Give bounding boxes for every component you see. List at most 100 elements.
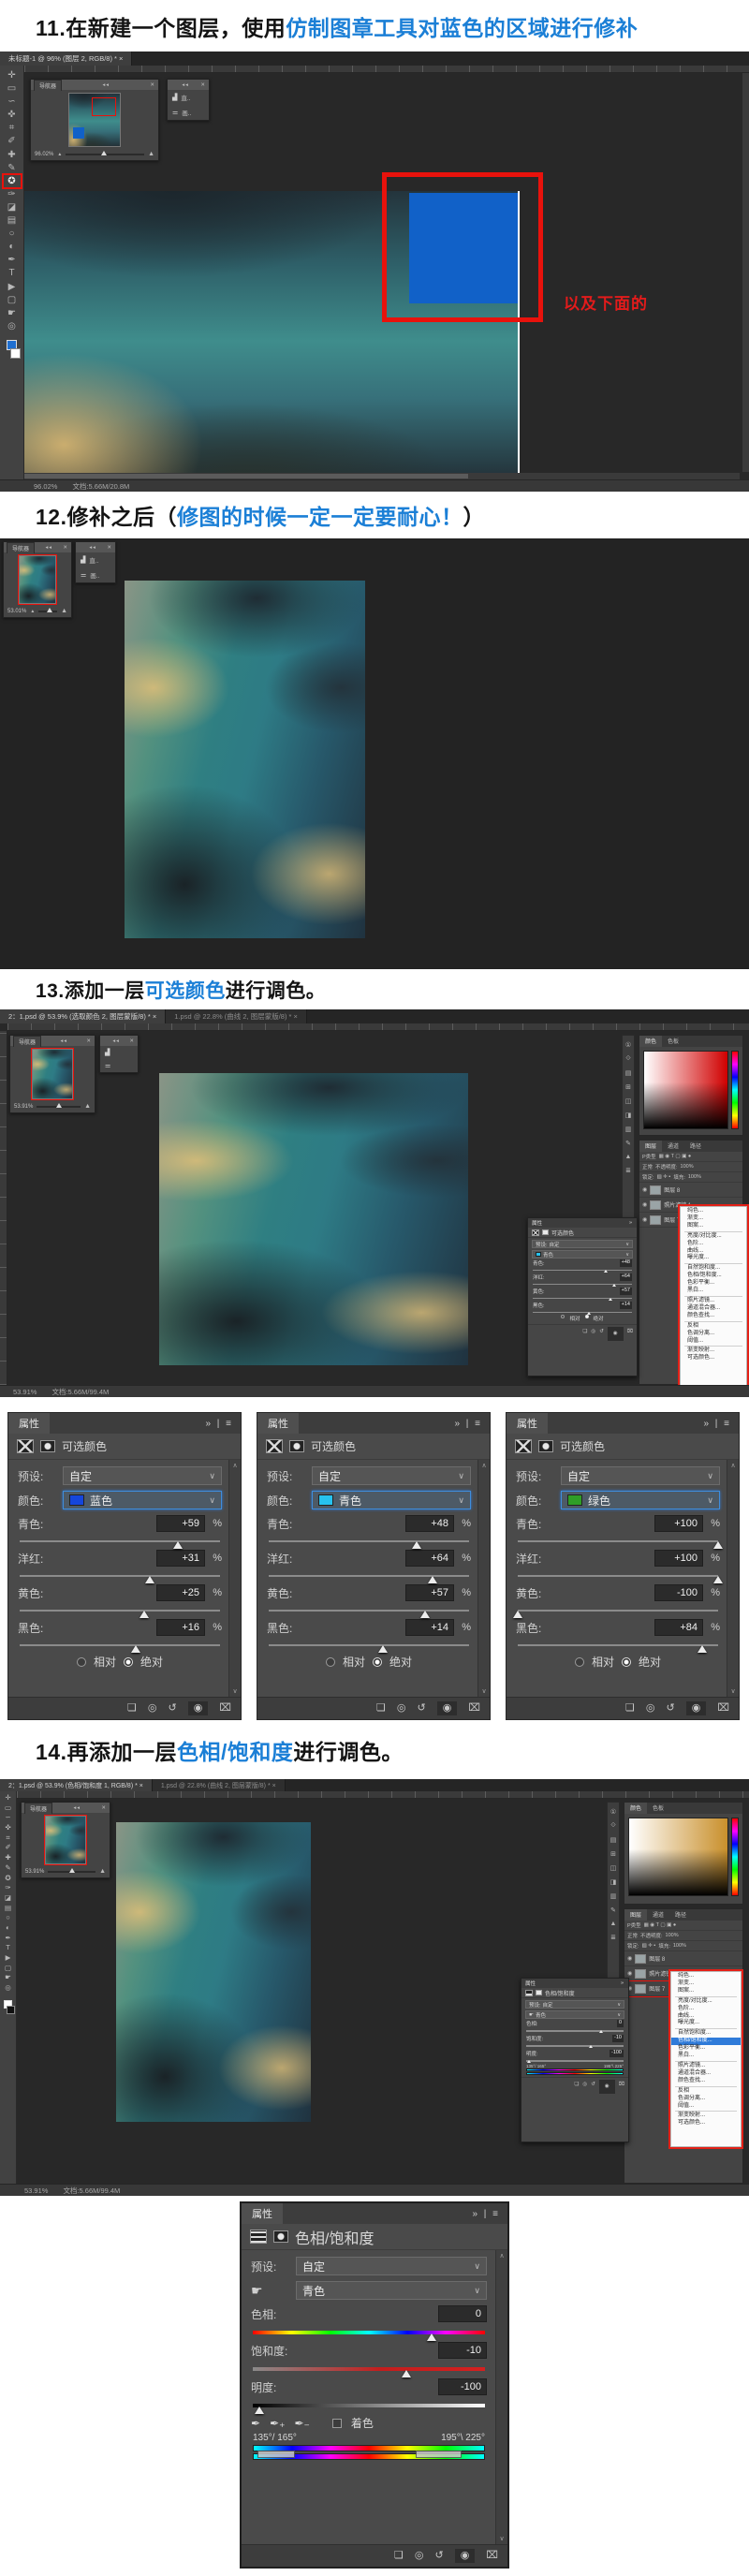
relative-radio[interactable] bbox=[326, 1657, 335, 1667]
colorize-checkbox[interactable] bbox=[332, 2419, 342, 2428]
tab-color[interactable]: 颜色 bbox=[624, 1803, 647, 1814]
layer-mask-icon[interactable] bbox=[40, 1440, 55, 1452]
navigator-zoom-slider[interactable] bbox=[48, 1871, 95, 1873]
slider-value[interactable]: +59 bbox=[156, 1515, 205, 1532]
reset-adjustment-icon[interactable]: ↺ bbox=[599, 1327, 604, 1341]
layer-visibility-icon[interactable]: ◉ bbox=[642, 1216, 647, 1223]
preset-dropdown[interactable]: 自定∨ bbox=[296, 2257, 487, 2275]
reset-adjustment-icon[interactable]: ↺ bbox=[168, 1703, 176, 1714]
panel-collapse-icon[interactable]: ◂◂ bbox=[73, 1805, 81, 1811]
hue-range-handle-right[interactable] bbox=[416, 2451, 463, 2458]
visibility-eye-icon[interactable]: ◉ bbox=[437, 1701, 458, 1715]
slider-thumb[interactable] bbox=[612, 1284, 616, 1287]
scroll-up-icon[interactable]: ∧ bbox=[730, 1462, 735, 1469]
panel-collapse-icon[interactable]: ◂◂ bbox=[60, 1038, 67, 1044]
hue-bar[interactable] bbox=[731, 1051, 739, 1129]
targeted-adjustment-icon[interactable]: ☛ bbox=[529, 2012, 534, 2018]
layer-visibility-icon[interactable]: ◉ bbox=[642, 1201, 647, 1208]
path-select-tool-icon[interactable]: ▶ bbox=[5, 282, 20, 292]
slider-thumb[interactable] bbox=[513, 1611, 522, 1618]
hand-tool-icon[interactable]: ☛ bbox=[3, 1974, 14, 1982]
navigator-view-rect[interactable] bbox=[92, 97, 116, 116]
slider-track[interactable] bbox=[253, 2331, 485, 2334]
menu-item-invert[interactable]: 反相 bbox=[671, 2088, 741, 2096]
menu-item-selective-color[interactable]: 可选颜色... bbox=[681, 1355, 746, 1362]
slider-track[interactable] bbox=[533, 1270, 632, 1271]
slider-track[interactable] bbox=[526, 2060, 624, 2062]
document-tab-inactive[interactable]: 1.psd @ 22.8% (曲线 2, 图层蒙版/8) * × bbox=[166, 1009, 307, 1023]
menu-item-hue-saturation[interactable]: 色相/饱和度... bbox=[681, 1273, 746, 1280]
brush-tool-icon[interactable]: ✎ bbox=[5, 163, 20, 173]
visibility-eye-icon[interactable]: ◉ bbox=[608, 1327, 624, 1341]
blend-mode-select[interactable]: 正常 bbox=[627, 1932, 638, 1939]
histogram-button[interactable]: ▟直.. bbox=[76, 552, 115, 567]
brush-panel-icon[interactable]: ✎ bbox=[625, 1140, 631, 1147]
menu-item-photo-filter[interactable]: 照片滤镜... bbox=[681, 1298, 746, 1305]
slider-thumb[interactable] bbox=[412, 1541, 421, 1549]
channel-dropdown[interactable]: ☛ 青色 ∨ bbox=[525, 2010, 624, 2019]
slider-value[interactable]: +64 bbox=[405, 1550, 454, 1567]
visibility-eye-icon[interactable]: ◉ bbox=[599, 2080, 615, 2094]
tab-layers[interactable]: 图层 bbox=[639, 1141, 662, 1152]
slider-track[interactable] bbox=[533, 1284, 632, 1285]
navigator-zoom-value[interactable]: 53.91% bbox=[25, 1869, 44, 1875]
navigator-title[interactable]: 导航器 bbox=[7, 542, 35, 553]
menu-item-pattern[interactable]: 图案... bbox=[671, 1988, 741, 1995]
path-select-tool-icon[interactable]: ▶ bbox=[3, 1954, 14, 1963]
tab-paths[interactable]: 路径 bbox=[684, 1141, 707, 1152]
character-panel-icon[interactable]: ▥ bbox=[625, 1126, 632, 1133]
scroll-up-icon[interactable]: ∧ bbox=[499, 2252, 504, 2260]
swatches-panel-icon[interactable]: ▲ bbox=[625, 1154, 632, 1160]
panel-close-icon[interactable]: ✕ bbox=[63, 545, 68, 551]
preset-dropdown[interactable]: 自定∨ bbox=[561, 1466, 720, 1485]
color-dropdown[interactable]: 青色∨ bbox=[312, 1491, 471, 1509]
histogram-button[interactable]: ▟ bbox=[100, 1046, 138, 1059]
slider-track[interactable] bbox=[20, 1540, 220, 1542]
hue-strip-bottom[interactable] bbox=[526, 2072, 624, 2075]
eraser-tool-icon[interactable]: ◪ bbox=[3, 1894, 14, 1903]
properties-title[interactable]: 属性 bbox=[532, 1219, 542, 1227]
panel-collapse-icon[interactable]: ◂◂ bbox=[89, 545, 96, 551]
eyedropper-add-icon[interactable]: ✒₊ bbox=[270, 2417, 285, 2430]
menu-item-gradient[interactable]: 渐变... bbox=[681, 1215, 746, 1223]
reset-adjustment-icon[interactable]: ↺ bbox=[417, 1703, 425, 1714]
panel-menu-icon[interactable]: ≣ bbox=[625, 1167, 631, 1174]
shape-tool-icon[interactable]: ▢ bbox=[5, 295, 20, 305]
reset-adjustment-icon[interactable]: ↺ bbox=[434, 2551, 443, 2561]
horizontal-scrollbar[interactable] bbox=[24, 473, 740, 479]
document-tab[interactable]: 未标题-1 @ 96% (图层 2, RGB/8) * × bbox=[0, 52, 132, 66]
reset-adjustment-icon[interactable]: ↺ bbox=[591, 2080, 595, 2094]
zoom-slider-thumb[interactable] bbox=[69, 1868, 75, 1873]
absolute-radio[interactable] bbox=[124, 1657, 133, 1667]
slider-value[interactable]: +100 bbox=[654, 1515, 703, 1532]
slider-track[interactable] bbox=[518, 1540, 718, 1542]
slider-value[interactable]: +48 bbox=[405, 1515, 454, 1532]
panel-close-icon[interactable]: ✕ bbox=[101, 1805, 107, 1811]
layer-mask-icon[interactable] bbox=[289, 1440, 304, 1452]
layer-visibility-icon[interactable]: ◉ bbox=[627, 1970, 632, 1977]
hand-tool-icon[interactable]: ☛ bbox=[5, 308, 20, 318]
zoom-slider-thumb[interactable] bbox=[101, 151, 107, 155]
layer-name[interactable]: 图层 7 bbox=[649, 1984, 665, 1993]
zoom-tool-icon[interactable]: ◎ bbox=[5, 321, 20, 331]
hue-range-handle-left[interactable] bbox=[257, 2451, 295, 2458]
menu-item-levels[interactable]: 色阶... bbox=[671, 2006, 741, 2013]
preset-dropdown[interactable]: 预设: 自定 ∨ bbox=[532, 1240, 633, 1248]
character-panel-icon[interactable]: ▥ bbox=[610, 1892, 617, 1900]
clone-stamp-tool-icon[interactable]: ✪ bbox=[3, 1875, 14, 1883]
delete-adjustment-icon[interactable]: ⌧ bbox=[486, 2551, 498, 2561]
slider-track[interactable] bbox=[526, 2030, 624, 2032]
slider-value[interactable]: +84 bbox=[654, 1619, 703, 1636]
eyedropper-subtract-icon[interactable]: ✒₋ bbox=[294, 2417, 309, 2430]
brush-presets-button[interactable]: ⚌ bbox=[100, 1059, 138, 1072]
slider-value[interactable]: -100 bbox=[609, 2050, 624, 2057]
channels-panel-icon[interactable]: ⊞ bbox=[610, 1850, 616, 1858]
layer-row[interactable]: ◉ 图层 8 bbox=[639, 1183, 742, 1198]
zoom-slider-thumb[interactable] bbox=[47, 608, 52, 612]
brush-presets-button[interactable]: ⚌画.. bbox=[168, 105, 209, 120]
slider-track[interactable] bbox=[20, 1644, 220, 1646]
lasso-tool-icon[interactable]: ∽ bbox=[5, 96, 20, 107]
clip-to-layer-icon[interactable]: ❏ bbox=[394, 2551, 404, 2561]
slider-thumb[interactable] bbox=[173, 1541, 183, 1549]
previous-state-icon[interactable]: ◎ bbox=[591, 1327, 595, 1341]
